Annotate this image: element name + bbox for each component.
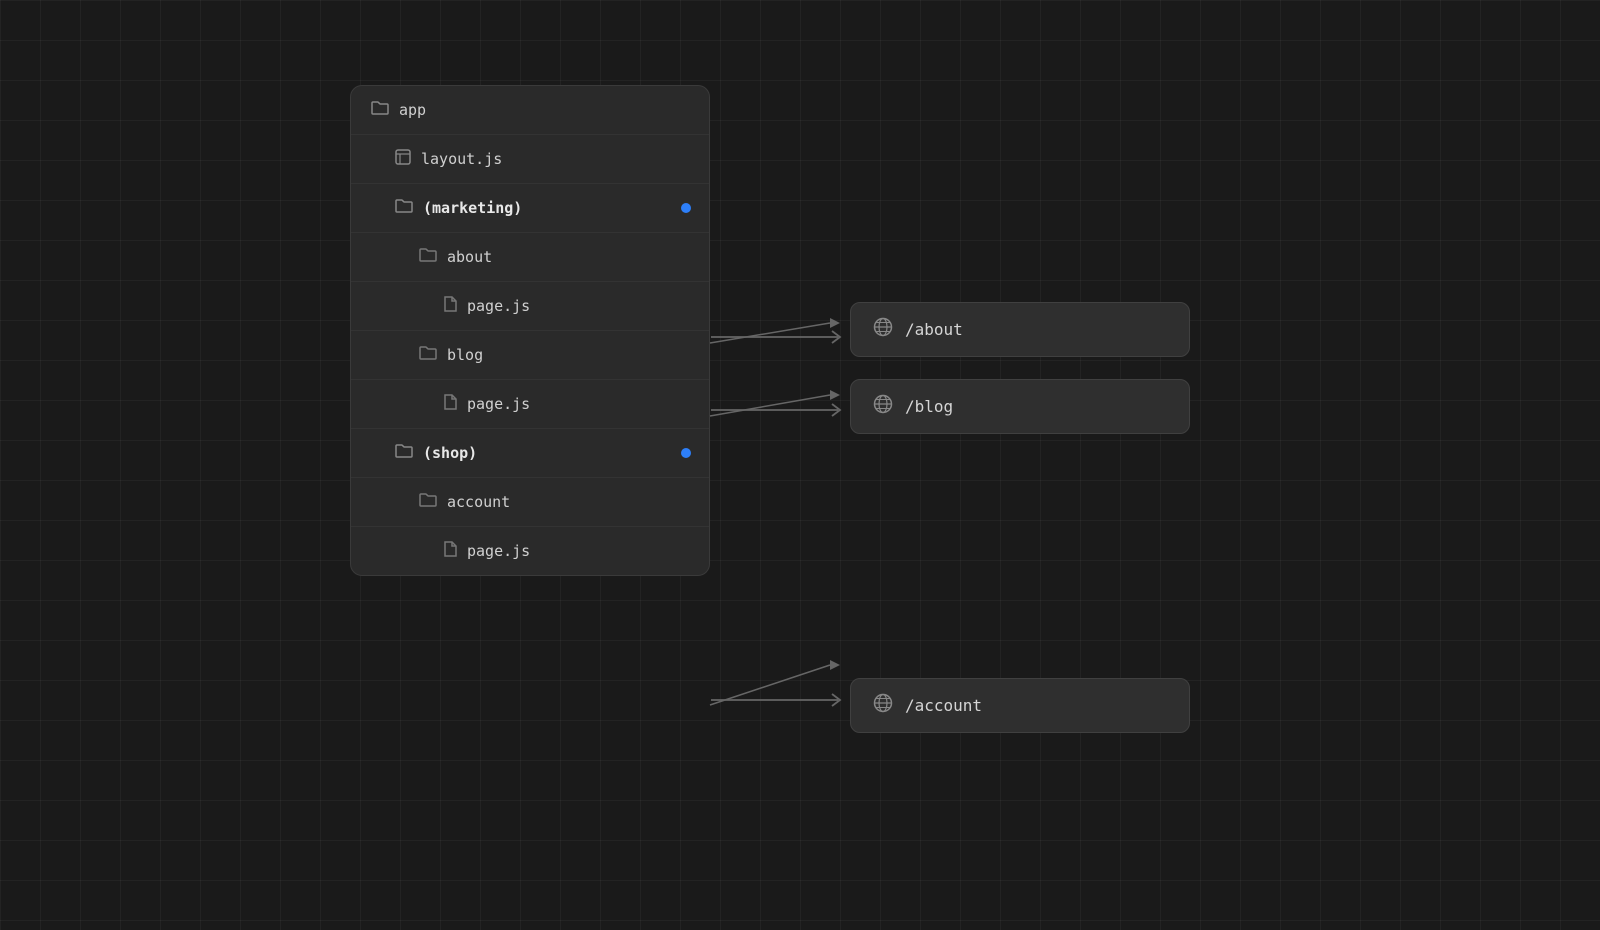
file-icon bbox=[443, 541, 457, 561]
route-blog-wrapper: /blog bbox=[850, 379, 1190, 434]
folder-icon bbox=[371, 100, 389, 120]
tree-label: (shop) bbox=[423, 444, 477, 462]
folder-icon bbox=[395, 198, 413, 218]
file-icon bbox=[443, 394, 457, 414]
tree-item-account: account bbox=[351, 478, 709, 527]
active-dot bbox=[681, 203, 691, 213]
route-account-wrapper: /account bbox=[850, 678, 1190, 733]
folder-icon bbox=[419, 492, 437, 512]
route-box-blog: /blog bbox=[850, 379, 1190, 434]
route-about-wrapper: /about bbox=[850, 302, 1190, 357]
tree-label: layout.js bbox=[421, 150, 502, 168]
folder-icon bbox=[419, 247, 437, 267]
folder-icon bbox=[395, 443, 413, 463]
route-path-account: /account bbox=[905, 696, 982, 715]
active-dot bbox=[681, 448, 691, 458]
routes-panel: /about /blog bbox=[850, 65, 1190, 733]
folder-icon bbox=[419, 345, 437, 365]
route-path-blog: /blog bbox=[905, 397, 953, 416]
file-tree-panel: app layout.js bbox=[350, 85, 710, 576]
tree-label: account bbox=[447, 493, 510, 511]
tree-item-shop: (shop) bbox=[351, 429, 709, 478]
tree-label: blog bbox=[447, 346, 483, 364]
tree-label: page.js bbox=[467, 395, 530, 413]
layout-icon bbox=[395, 149, 411, 169]
diagram-container: app layout.js bbox=[350, 65, 1250, 865]
tree-label: page.js bbox=[467, 542, 530, 560]
tree-item-layout: layout.js bbox=[351, 135, 709, 184]
tree-label: page.js bbox=[467, 297, 530, 315]
globe-icon bbox=[873, 693, 893, 718]
globe-icon bbox=[873, 317, 893, 342]
route-path-about: /about bbox=[905, 320, 963, 339]
tree-item-about: about bbox=[351, 233, 709, 282]
tree-item-about-page: page.js bbox=[351, 282, 709, 331]
tree-label: app bbox=[399, 101, 426, 119]
route-box-account: /account bbox=[850, 678, 1190, 733]
tree-item-marketing: (marketing) bbox=[351, 184, 709, 233]
tree-label: about bbox=[447, 248, 492, 266]
file-icon bbox=[443, 296, 457, 316]
tree-item-app: app bbox=[351, 86, 709, 135]
tree-label: (marketing) bbox=[423, 199, 522, 217]
tree-item-blog-page: page.js bbox=[351, 380, 709, 429]
tree-item-blog: blog bbox=[351, 331, 709, 380]
file-tree: app layout.js bbox=[350, 85, 710, 576]
tree-item-account-page: page.js bbox=[351, 527, 709, 575]
route-box-about: /about bbox=[850, 302, 1190, 357]
globe-icon bbox=[873, 394, 893, 419]
